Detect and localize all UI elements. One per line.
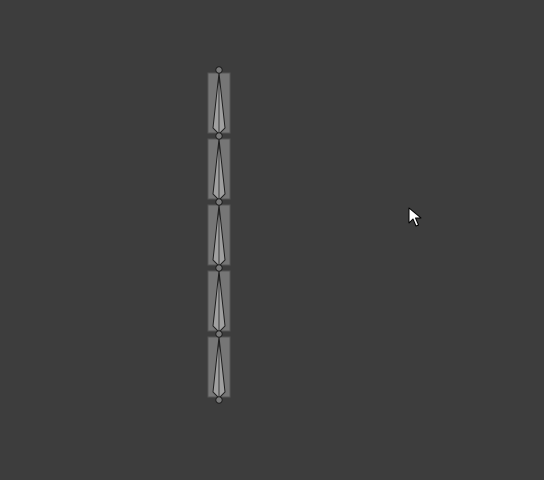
bone-joint — [215, 396, 223, 404]
bone-4[interactable] — [207, 270, 231, 333]
bone-joint — [215, 132, 223, 140]
bone-joint — [215, 330, 223, 338]
bone-1[interactable] — [207, 72, 231, 135]
bone-2[interactable] — [207, 138, 231, 201]
bone-5[interactable] — [207, 336, 231, 399]
bone-joint — [215, 264, 223, 272]
3d-viewport[interactable] — [0, 0, 544, 480]
armature-bone-chain[interactable] — [0, 0, 544, 480]
bone-joint — [215, 66, 223, 74]
bone-3[interactable] — [207, 204, 231, 267]
bone-joint — [215, 198, 223, 206]
mouse-cursor-icon — [408, 207, 422, 227]
